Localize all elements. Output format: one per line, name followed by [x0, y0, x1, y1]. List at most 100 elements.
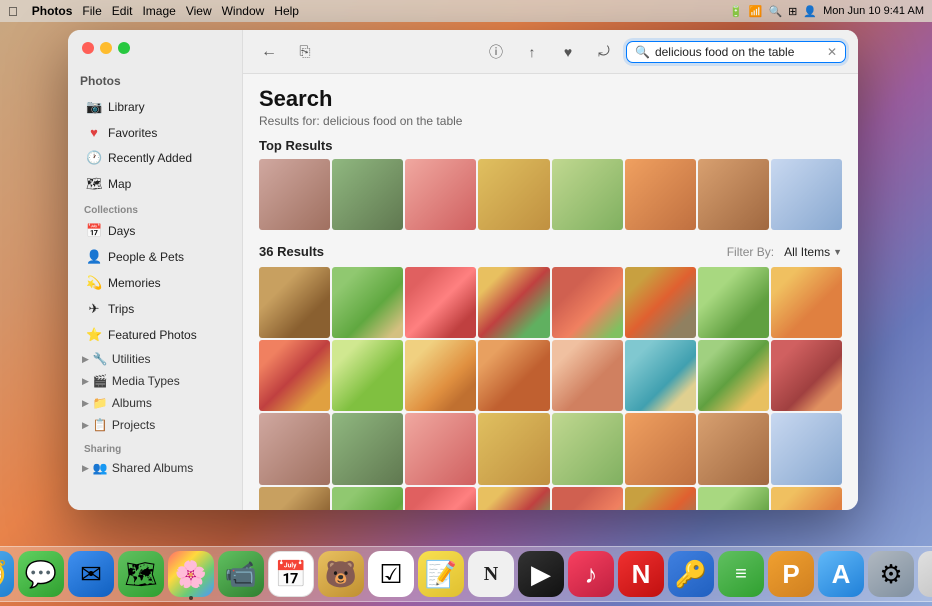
sidebar-item-favorites[interactable]: ♥ Favorites — [74, 121, 236, 144]
result-photo-2[interactable] — [332, 267, 403, 338]
dock-music[interactable]: ♪ — [568, 551, 614, 597]
dock-safari[interactable]: 🧭 — [0, 551, 14, 597]
top-results-grid — [259, 159, 842, 230]
dock-notion[interactable]: N — [468, 551, 514, 597]
favorite-button[interactable]: ♥ — [554, 38, 582, 66]
sidebar-item-shared-albums[interactable]: ▶ 👥 Shared Albums — [74, 458, 236, 478]
menu-help[interactable]: Help — [274, 4, 299, 18]
dock-messages[interactable]: 💬 — [18, 551, 64, 597]
sidebar-item-featured[interactable]: ⭐ Featured Photos — [74, 323, 236, 347]
dock-photos[interactable]: 🌸 — [168, 551, 214, 597]
sidebar-group-albums[interactable]: ▶ 📁 Albums — [74, 393, 236, 413]
result-photo-18[interactable] — [332, 413, 403, 484]
sidebar-group-mediatypes[interactable]: ▶ 🎬 Media Types — [74, 371, 236, 391]
result-photo-32[interactable] — [771, 487, 842, 511]
top-photo-6[interactable] — [625, 159, 696, 230]
dock-calendar[interactable]: 📅 — [268, 551, 314, 597]
result-photo-9[interactable] — [259, 340, 330, 411]
result-photo-4[interactable] — [478, 267, 549, 338]
sidebar-item-trips[interactable]: ✈ Trips — [74, 297, 236, 321]
dock-1password[interactable]: 🔑 — [668, 551, 714, 597]
rotate-button[interactable]: ⤾ — [590, 38, 618, 66]
result-photo-31[interactable] — [698, 487, 769, 511]
dock-appletv[interactable]: ▶ — [518, 551, 564, 597]
result-photo-28[interactable] — [478, 487, 549, 511]
maximize-button[interactable] — [118, 42, 130, 54]
result-photo-25[interactable] — [259, 487, 330, 511]
result-photo-21[interactable] — [552, 413, 623, 484]
top-photo-4[interactable] — [478, 159, 549, 230]
dock-numbers[interactable]: ≡ — [718, 551, 764, 597]
result-photo-22[interactable] — [625, 413, 696, 484]
search-clear-button[interactable]: ✕ — [827, 45, 837, 59]
share-button[interactable]: ↑ — [518, 38, 546, 66]
dock-bear[interactable]: 🐻 — [318, 551, 364, 597]
mediatypes-chevron: ▶ — [82, 376, 89, 387]
sidebar-group-projects[interactable]: ▶ 📋 Projects — [74, 415, 236, 435]
menu-photos[interactable]: Photos — [32, 4, 73, 18]
result-photo-13[interactable] — [552, 340, 623, 411]
result-photo-27[interactable] — [405, 487, 476, 511]
result-photo-7[interactable] — [698, 267, 769, 338]
search-menubar-icon[interactable]: 🔍 — [768, 5, 782, 18]
sidebar-item-library[interactable]: 📷 Library — [74, 95, 236, 119]
dock-reminders[interactable]: ☑ — [368, 551, 414, 597]
sidebar-item-people-pets[interactable]: 👤 People & Pets — [74, 245, 236, 269]
dock-iphone[interactable]: 📱 — [918, 551, 932, 597]
top-photo-7[interactable] — [698, 159, 769, 230]
dock-appstore[interactable]: A — [818, 551, 864, 597]
result-photo-1[interactable] — [259, 267, 330, 338]
result-photo-24[interactable] — [771, 413, 842, 484]
result-photo-12[interactable] — [478, 340, 549, 411]
dock-news[interactable]: N — [618, 551, 664, 597]
top-photo-2[interactable] — [332, 159, 403, 230]
top-photo-5[interactable] — [552, 159, 623, 230]
apple-menu[interactable]:  — [8, 4, 18, 19]
dock-settings[interactable]: ⚙ — [868, 551, 914, 597]
dock-maps[interactable]: 🗺 — [118, 551, 164, 597]
sidebar-group-utilities[interactable]: ▶ 🔧 Utilities — [74, 349, 236, 369]
result-photo-14[interactable] — [625, 340, 696, 411]
info-button[interactable]: ⓘ — [482, 38, 510, 66]
result-photo-29[interactable] — [552, 487, 623, 511]
top-photo-3[interactable] — [405, 159, 476, 230]
menu-view[interactable]: View — [186, 4, 212, 18]
result-photo-20[interactable] — [478, 413, 549, 484]
dock-pages[interactable]: P — [768, 551, 814, 597]
copy-button[interactable]: ⎘ — [291, 38, 319, 66]
menu-image[interactable]: Image — [142, 4, 175, 18]
sidebar-item-recently-added[interactable]: 🕐 Recently Added — [74, 146, 236, 170]
result-photo-15[interactable] — [698, 340, 769, 411]
result-photo-17[interactable] — [259, 413, 330, 484]
top-photo-1[interactable] — [259, 159, 330, 230]
search-input[interactable]: delicious food on the table — [655, 45, 822, 59]
result-photo-26[interactable] — [332, 487, 403, 511]
close-button[interactable] — [82, 42, 94, 54]
result-photo-23[interactable] — [698, 413, 769, 484]
back-button[interactable]: ← — [255, 38, 283, 66]
result-photo-8[interactable] — [771, 267, 842, 338]
dock-facetime[interactable]: 📹 — [218, 551, 264, 597]
top-photo-8[interactable] — [771, 159, 842, 230]
result-photo-19[interactable] — [405, 413, 476, 484]
sidebar-item-days[interactable]: 📅 Days — [74, 219, 236, 243]
dock-mail[interactable]: ✉ — [68, 551, 114, 597]
result-photo-3[interactable] — [405, 267, 476, 338]
search-bar[interactable]: 🔍 delicious food on the table ✕ — [626, 41, 846, 63]
controlcenter-icon[interactable]: ⊞ — [788, 5, 797, 18]
scroll-area[interactable]: Search Results for: delicious food on th… — [243, 74, 858, 510]
result-photo-11[interactable] — [405, 340, 476, 411]
menu-file[interactable]: File — [82, 4, 101, 18]
menu-edit[interactable]: Edit — [112, 4, 133, 18]
result-photo-10[interactable] — [332, 340, 403, 411]
result-photo-16[interactable] — [771, 340, 842, 411]
result-photo-5[interactable] — [552, 267, 623, 338]
dock-notes[interactable]: 📝 — [418, 551, 464, 597]
filter-button[interactable]: Filter By: All Items ▼ — [727, 245, 842, 259]
menu-window[interactable]: Window — [222, 4, 265, 18]
result-photo-30[interactable] — [625, 487, 696, 511]
sidebar-item-map[interactable]: 🗺 Map — [74, 172, 236, 196]
result-photo-6[interactable] — [625, 267, 696, 338]
minimize-button[interactable] — [100, 42, 112, 54]
sidebar-item-memories[interactable]: 💫 Memories — [74, 271, 236, 295]
